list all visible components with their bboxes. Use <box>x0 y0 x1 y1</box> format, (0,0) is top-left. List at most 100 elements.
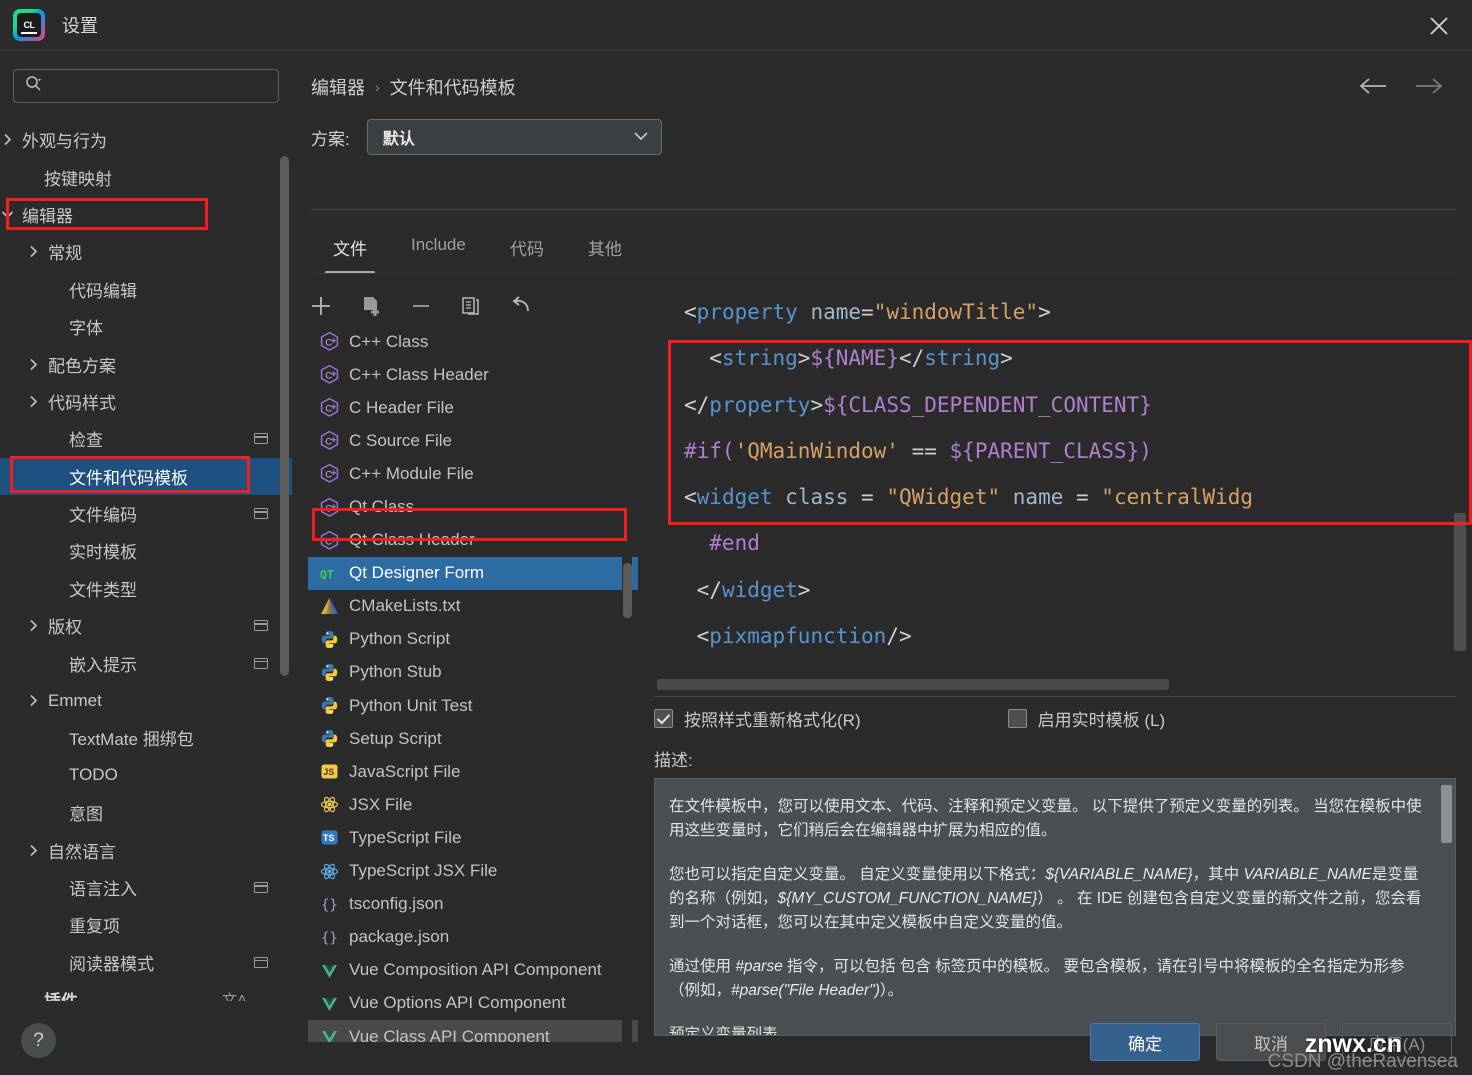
sidebar-item-意图[interactable]: 意图 <box>0 794 292 831</box>
remove-icon[interactable] <box>408 293 434 319</box>
sidebar-item-TODO[interactable]: TODO <box>0 757 292 794</box>
search-input[interactable] <box>48 78 269 94</box>
template-list-item[interactable]: Vue Options API Component <box>308 987 638 1020</box>
reset-icon[interactable] <box>508 293 534 319</box>
template-list-item[interactable]: Python Unit Test <box>308 689 638 722</box>
editor-hscrollbar-thumb[interactable] <box>657 679 1169 690</box>
sidebar-item-文件编码[interactable]: 文件编码 <box>0 495 292 532</box>
forward-arrow-icon[interactable] <box>1414 77 1444 100</box>
sidebar-item-语言注入[interactable]: 语言注入 <box>0 869 292 906</box>
chevron-right-icon[interactable] <box>0 133 14 147</box>
ok-button[interactable]: 确定 <box>1090 1023 1200 1061</box>
copy-template-icon[interactable] <box>358 293 384 319</box>
chevron-right-icon[interactable] <box>26 394 40 408</box>
template-list-item[interactable]: C Qt Class <box>308 490 638 523</box>
apply-button[interactable]: 应用(A) <box>1342 1023 1452 1061</box>
chevron-right-icon[interactable] <box>26 619 40 633</box>
sidebar-item-按键映射[interactable]: 按键映射 <box>0 158 292 195</box>
cancel-button[interactable]: 取消 <box>1216 1023 1326 1061</box>
template-list-item[interactable]: CMakeLists.txt <box>308 590 638 623</box>
sidebar-item-编辑器[interactable]: 编辑器 <box>0 196 292 233</box>
sidebar-item-外观与行为[interactable]: 外观与行为 <box>0 121 292 158</box>
sidebar-item-版权[interactable]: 版权 <box>0 607 292 644</box>
sidebar-item-实时模板[interactable]: 实时模板 <box>0 532 292 569</box>
scheme-dropdown[interactable]: 默认 <box>366 119 662 155</box>
template-list-scrollbar[interactable] <box>622 325 632 1042</box>
sidebar-item-自然语言[interactable]: 自然语言 <box>0 831 292 868</box>
template-list-scrollbar-thumb[interactable] <box>623 563 632 618</box>
code-token: name <box>810 300 862 324</box>
template-list-item[interactable]: JSX File <box>308 788 638 821</box>
description-paragraph: 在文件模板中，您可以使用文本、代码、注释和预定义变量。 以下提供了预定义变量的列… <box>669 798 1422 839</box>
template-list-item[interactable]: Setup Script <box>308 722 638 755</box>
sidebar-item-字体[interactable]: 字体 <box>0 308 292 345</box>
sidebar-item-重复项[interactable]: 重复项 <box>0 906 292 943</box>
template-list-item[interactable]: JS JavaScript File <box>308 755 638 788</box>
code-line: </property>${CLASS_DEPENDENT_CONTENT} <box>654 382 1456 428</box>
template-list-item[interactable]: QT Qt Designer Form <box>308 556 638 590</box>
sidebar-item-TextMate 捆绑包[interactable]: TextMate 捆绑包 <box>0 719 292 756</box>
template-code-editor[interactable]: <property name="windowTitle"> <string>${… <box>654 289 1456 689</box>
sidebar-item-常规[interactable]: 常规 <box>0 233 292 270</box>
template-list-item[interactable]: {} tsconfig.json <box>308 888 638 921</box>
chevron-down-icon[interactable] <box>0 207 14 221</box>
template-list-item[interactable]: C C Header File <box>308 391 638 424</box>
sidebar-item-文件类型[interactable]: 文件类型 <box>0 570 292 607</box>
live-template-checkbox-box[interactable] <box>1007 709 1027 728</box>
template-list-item[interactable]: {} package.json <box>308 921 638 954</box>
chevron-right-icon[interactable] <box>26 245 40 259</box>
sidebar-item-Emmet[interactable]: Emmet <box>0 682 292 719</box>
tab-文件[interactable]: 文件 <box>311 227 389 274</box>
sidebar-item-label: TODO <box>69 765 118 785</box>
add-icon[interactable] <box>308 293 334 319</box>
cpp-class-icon: C <box>318 397 340 419</box>
sidebar-item-文件和代码模板[interactable]: 文件和代码模板 <box>0 457 292 495</box>
template-list-item[interactable]: C C++ Class Header <box>308 358 638 391</box>
sidebar-item-配色方案[interactable]: 配色方案 <box>0 345 292 382</box>
duplicate-icon[interactable] <box>458 293 484 319</box>
template-list-item[interactable]: TS TypeScript File <box>308 821 638 854</box>
sidebar-item-插件[interactable]: 插件 文A <box>0 981 292 1001</box>
sidebar-scrollbar[interactable] <box>280 106 289 996</box>
sidebar-item-label: 检查 <box>69 431 103 451</box>
template-list-item[interactable]: C Qt Class Header <box>308 524 638 557</box>
chevron-right-icon[interactable] <box>26 357 40 371</box>
editor-vertical-scrollbar[interactable] <box>1454 289 1466 671</box>
template-list-item[interactable]: Vue Composition API Component <box>308 954 638 987</box>
breadcrumb-item[interactable]: 编辑器 <box>311 74 365 100</box>
sidebar-item-代码编辑[interactable]: 代码编辑 <box>0 271 292 308</box>
sidebar-item-检查[interactable]: 检查 <box>0 420 292 457</box>
help-button[interactable]: ? <box>21 1023 56 1058</box>
reformat-checkbox-box[interactable] <box>654 709 673 728</box>
live-template-checkbox[interactable]: 启用实时模板 (L) <box>1007 706 1165 731</box>
json-icon: {} <box>318 926 340 948</box>
description-scrollbar-thumb[interactable] <box>1441 785 1452 843</box>
template-list-item[interactable]: Vue Class API Component <box>308 1019 638 1042</box>
chevron-right-icon[interactable] <box>26 694 40 708</box>
sidebar-scrollbar-thumb[interactable] <box>280 156 289 676</box>
project-scope-icon <box>254 620 268 632</box>
settings-tree: 外观与行为 按键映射 编辑器 常规 代码编辑 字体 配色方案 代码样式检查文件和代码模板文件编… <box>0 121 292 1001</box>
template-list-item[interactable]: C C Source File <box>308 424 638 457</box>
back-arrow-icon[interactable] <box>1358 77 1388 100</box>
tab-代码[interactable]: 代码 <box>488 227 566 274</box>
template-list-item[interactable]: C C++ Class <box>308 325 638 358</box>
reformat-checkbox[interactable]: 按照样式重新格式化(R) <box>654 706 861 731</box>
chevron-right-icon[interactable] <box>26 843 40 857</box>
template-list-item[interactable]: TypeScript JSX File <box>308 855 638 888</box>
editor-vscrollbar-thumb[interactable] <box>1454 513 1466 651</box>
sidebar-item-label: 文件编码 <box>69 506 137 526</box>
close-icon[interactable] <box>1422 9 1456 43</box>
editor-horizontal-scrollbar[interactable] <box>654 677 1456 692</box>
search-box[interactable] <box>13 69 279 103</box>
tab-Include[interactable]: Include <box>389 227 488 274</box>
language-icon[interactable]: 文A <box>222 989 247 1001</box>
template-list-item[interactable]: C C++ Module File <box>308 457 638 490</box>
code-line: <property name="windowTitle"> <box>654 289 1456 335</box>
sidebar-item-嵌入提示[interactable]: 嵌入提示 <box>0 644 292 681</box>
sidebar-item-代码样式[interactable]: 代码样式 <box>0 383 292 420</box>
sidebar-item-阅读器模式[interactable]: 阅读器模式 <box>0 944 292 981</box>
template-list-item[interactable]: Python Script <box>308 623 638 656</box>
template-list-item[interactable]: Python Stub <box>308 656 638 689</box>
tab-其他[interactable]: 其他 <box>566 227 644 274</box>
